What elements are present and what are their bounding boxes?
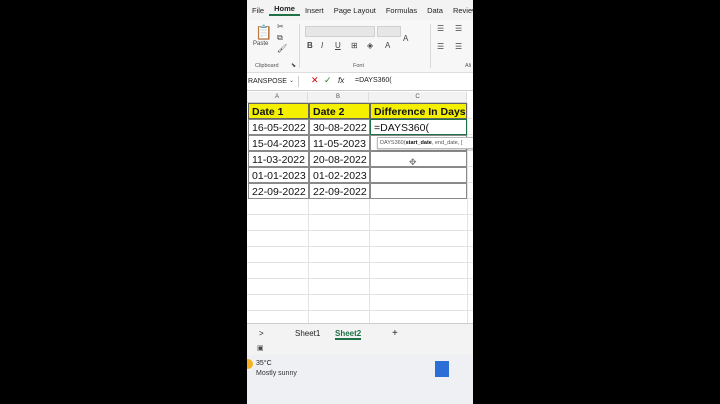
font-name-box[interactable] [305, 26, 375, 37]
add-sheet-button[interactable]: + [392, 328, 398, 339]
status-bar: ▣ [247, 343, 473, 355]
fill-color-icon[interactable]: ◈ [367, 41, 373, 50]
table-cell[interactable]: 16-05-2022 [248, 119, 309, 135]
formula-input[interactable]: =DAYS360( [355, 77, 392, 84]
column-header-a[interactable]: A [247, 92, 308, 103]
cell-cursor-icon: ✥ [409, 157, 417, 167]
column-header-b[interactable]: B [308, 92, 369, 103]
weather-temperature[interactable]: 35°C [256, 360, 272, 367]
gridline [467, 103, 468, 323]
tab-formulas[interactable]: Formulas [381, 6, 422, 15]
italic-button[interactable]: I [321, 41, 323, 50]
formula-bar: RANSPOSE ⌄ ✕ ✓ fx =DAYS360( [247, 74, 473, 91]
tab-review[interactable]: Review [448, 6, 473, 15]
weather-condition[interactable]: Mostly sunny [256, 370, 297, 377]
excel-window: File Home Insert Page Layout Formulas Da… [247, 0, 473, 404]
paste-icon[interactable]: 📋 [255, 24, 272, 41]
tooltip-current-arg[interactable]: start_date [406, 140, 432, 146]
table-cell[interactable] [370, 151, 467, 167]
sheet-tab-sheet2[interactable]: Sheet2 [335, 329, 362, 340]
sheet-tab-bar: > Sheet1 Sheet2 + [247, 323, 473, 344]
align-left-icon[interactable]: ☰ [437, 42, 444, 51]
sheet-tab-sheet1[interactable]: Sheet1 [295, 329, 320, 338]
ribbon-separator [430, 24, 431, 68]
tab-insert[interactable]: Insert [300, 6, 329, 15]
name-box-dropdown-icon[interactable]: ⌄ [289, 77, 294, 84]
table-cell[interactable]: 22-09-2022 [248, 183, 309, 199]
table-cell[interactable]: 11-05-2023 [309, 135, 370, 151]
ribbon-separator [299, 24, 300, 68]
align-center-icon[interactable]: ☰ [455, 42, 462, 51]
alignment-group-label: Ali [465, 63, 472, 69]
header-date-1[interactable]: Date 1 [248, 103, 309, 119]
accessibility-icon[interactable]: ▣ [257, 344, 264, 352]
align-middle-icon[interactable]: ☰ [455, 24, 462, 33]
borders-icon[interactable]: ⊞ [351, 41, 358, 50]
confirm-icon[interactable]: ✓ [324, 75, 332, 86]
align-top-icon[interactable]: ☰ [437, 24, 444, 33]
table-cell[interactable]: 20-08-2022 [309, 151, 370, 167]
clipboard-group-label: Clipboard [255, 63, 279, 69]
font-size-box[interactable] [377, 26, 401, 37]
table-cell[interactable]: 01-02-2023 [309, 167, 370, 183]
table-cell[interactable]: 30-08-2022 [309, 119, 370, 135]
active-cell-c2[interactable]: =DAYS360( [370, 119, 467, 135]
cancel-icon[interactable]: ✕ [311, 75, 319, 86]
taskbar: 35°C Mostly sunny [247, 355, 473, 404]
header-difference[interactable]: Difference In Days [370, 103, 467, 119]
weather-icon [247, 359, 253, 369]
tab-home[interactable]: Home [269, 4, 300, 16]
table-cell[interactable]: 01-01-2023 [248, 167, 309, 183]
ribbon-home: 📋 Paste ✂ ⧉ 🖌 Clipboard ⬊ B I U ⊞ ◈ A A … [247, 20, 473, 73]
table-cell[interactable]: 11-03-2022 [248, 151, 309, 167]
underline-button[interactable]: U [335, 41, 341, 50]
table-cell[interactable] [370, 167, 467, 183]
tooltip-remaining-args: , end_date, [ [431, 140, 463, 146]
copy-icon[interactable]: ⧉ [277, 33, 283, 43]
taskbar-app-icon[interactable] [435, 361, 449, 377]
function-tooltip[interactable]: DAYS360(start_date, end_date, [ [377, 137, 473, 149]
tab-data[interactable]: Data [422, 6, 448, 15]
paste-label[interactable]: Paste [253, 41, 268, 47]
insert-function-icon[interactable]: fx [338, 76, 344, 85]
format-painter-icon[interactable]: 🖌 [277, 44, 287, 53]
header-date-2[interactable]: Date 2 [309, 103, 370, 119]
table-cell[interactable] [370, 183, 467, 199]
clipboard-launcher-icon[interactable]: ⬊ [291, 62, 296, 69]
ribbon-tabs: File Home Insert Page Layout Formulas Da… [247, 0, 473, 20]
column-header-c[interactable]: C [369, 92, 467, 103]
tab-page-layout[interactable]: Page Layout [329, 6, 381, 15]
font-color-icon[interactable]: A [385, 41, 390, 50]
sheet-nav-icon[interactable]: > [259, 329, 264, 338]
increase-font-icon[interactable]: A [403, 34, 408, 43]
tab-file[interactable]: File [247, 6, 269, 15]
cut-icon[interactable]: ✂ [277, 22, 284, 31]
bold-button[interactable]: B [307, 41, 313, 50]
font-group-label: Font [353, 63, 365, 69]
tooltip-function-name: DAYS360( [380, 140, 406, 146]
table-cell[interactable]: 15-04-2023 [248, 135, 309, 151]
table-cell[interactable]: 22-09-2022 [309, 183, 370, 199]
